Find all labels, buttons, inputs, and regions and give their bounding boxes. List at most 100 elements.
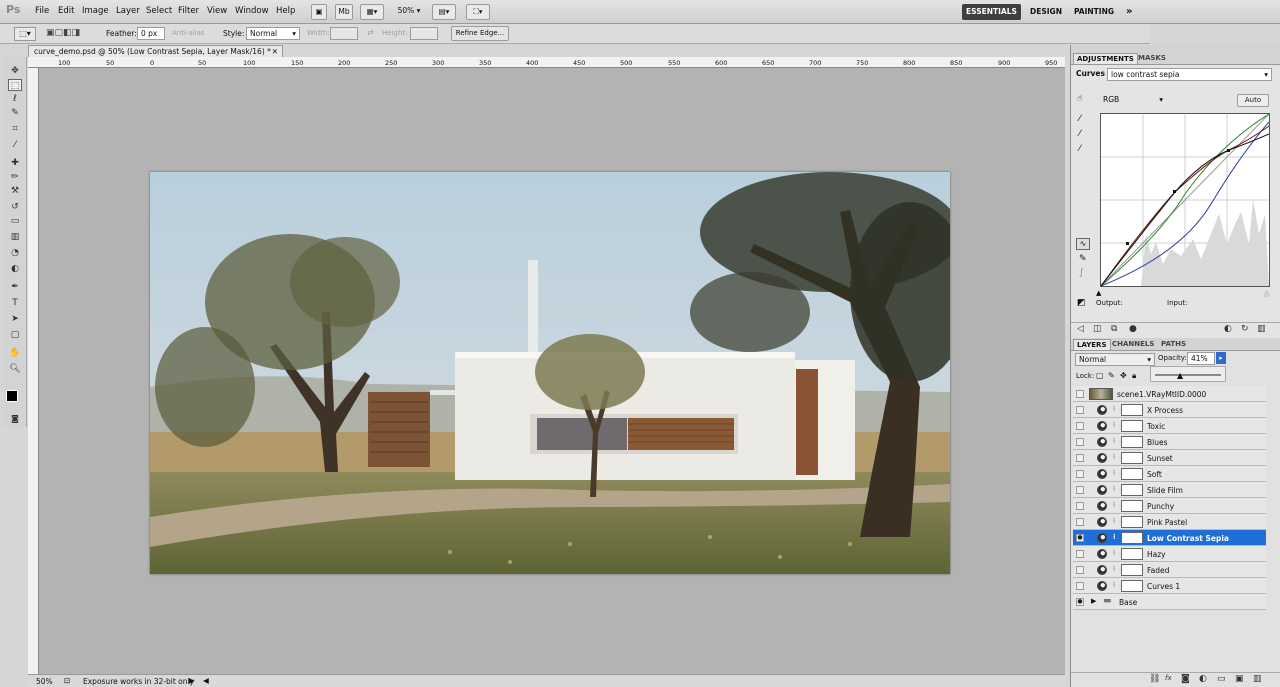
trash-icon[interactable]: ▥	[1257, 324, 1266, 334]
curves-adjustment-icon[interactable]	[1097, 581, 1107, 591]
eraser-tool-icon[interactable]: ▭	[8, 215, 22, 227]
curves-adjustment-icon[interactable]	[1097, 533, 1107, 543]
view-previous-icon[interactable]: ◐	[1224, 324, 1232, 334]
quick-mask-icon[interactable]: ◙	[8, 413, 22, 425]
layer-mask-thumbnail[interactable]	[1121, 532, 1143, 544]
curves-adjustment-icon[interactable]	[1097, 437, 1107, 447]
workspace-painting[interactable]: PAINTING	[1070, 4, 1118, 20]
view-extras-icon[interactable]: ▦▾	[360, 4, 384, 20]
curves-adjustment-icon[interactable]	[1097, 485, 1107, 495]
feather-input[interactable]: 0 px	[137, 27, 165, 40]
lock-transparent-icon[interactable]: ▢	[1096, 371, 1104, 380]
curve-point-mode-icon[interactable]: ∿	[1076, 238, 1090, 250]
layer-style-icon[interactable]: fx	[1165, 674, 1172, 682]
blend-mode-dropdown[interactable]: Normal ▾	[1075, 353, 1155, 366]
add-mask-icon[interactable]: ◙	[1181, 674, 1190, 684]
marquee-tool-preset-icon[interactable]: ⬚▾	[14, 27, 36, 41]
tab-paths[interactable]: PATHS	[1158, 339, 1189, 350]
return-to-list-icon[interactable]: ◁	[1077, 324, 1084, 334]
type-tool-icon[interactable]: T	[8, 297, 22, 309]
layer-mask-thumbnail[interactable]	[1121, 516, 1143, 528]
layer-visibility-icon[interactable]	[1076, 454, 1084, 462]
selection-mode-icons[interactable]: ▣▢◧◨	[46, 27, 96, 41]
curves-adjustment-icon[interactable]	[1097, 421, 1107, 431]
path-selection-icon[interactable]: ➤	[8, 313, 22, 325]
gray-point-eyedropper-icon[interactable]: ⁄	[1079, 129, 1081, 139]
gradient-tool-icon[interactable]: ▥	[8, 231, 22, 243]
layer-visibility-icon[interactable]	[1076, 470, 1084, 478]
layer-mask-thumbnail[interactable]	[1121, 420, 1143, 432]
history-brush-icon[interactable]: ↺	[8, 201, 22, 213]
mask-link-icon[interactable]: ⁞	[1113, 517, 1115, 525]
mask-link-icon[interactable]: ⁞	[1113, 565, 1115, 573]
layer-row[interactable]: ⁞ Toxic	[1073, 418, 1266, 434]
tab-channels[interactable]: CHANNELS	[1109, 339, 1157, 350]
hand-tool-icon[interactable]: ✋	[8, 347, 22, 359]
white-point-eyedropper-icon[interactable]: ⁄	[1079, 144, 1081, 154]
opacity-slider-thumb[interactable]: ▲	[1177, 371, 1183, 380]
layer-mask-thumbnail[interactable]	[1121, 436, 1143, 448]
layer-mask-thumbnail[interactable]	[1121, 500, 1143, 512]
on-image-adjust-icon[interactable]: ☝	[1077, 94, 1082, 104]
layer-mask-thumbnail[interactable]	[1121, 452, 1143, 464]
style-dropdown[interactable]: Normal ▾	[246, 27, 300, 40]
layer-row[interactable]: ⁞ Curves 1	[1073, 578, 1266, 594]
curves-adjustment-icon[interactable]	[1097, 501, 1107, 511]
layer-mask-thumbnail[interactable]	[1121, 564, 1143, 576]
clone-stamp-icon[interactable]: ⚒	[8, 185, 22, 197]
lock-pixels-icon[interactable]: ✎	[1108, 371, 1115, 380]
mask-link-icon[interactable]: ⁞	[1113, 533, 1116, 541]
mask-link-icon[interactable]: ⁞	[1113, 437, 1115, 445]
menu-edit[interactable]: Edit	[58, 6, 74, 16]
layer-mask-thumbnail[interactable]	[1121, 468, 1143, 480]
mask-link-icon[interactable]: ⁞	[1113, 581, 1115, 589]
lock-position-icon[interactable]: ✥	[1120, 371, 1127, 380]
expanded-view-icon[interactable]: ◫	[1093, 324, 1102, 334]
menu-file[interactable]: File	[35, 6, 49, 16]
curves-adjustment-icon[interactable]	[1097, 453, 1107, 463]
tab-layers[interactable]: LAYERS	[1073, 339, 1111, 350]
swap-icon[interactable]: ⇄	[367, 28, 374, 37]
layer-mask-thumbnail[interactable]	[1121, 580, 1143, 592]
delete-layer-icon[interactable]: ▥	[1253, 674, 1262, 684]
layer-row[interactable]: ⁞ Pink Pastel	[1073, 514, 1266, 530]
crop-tool-icon[interactable]: ⌗	[8, 123, 22, 135]
new-layer-icon[interactable]: ▣	[1235, 674, 1244, 684]
shape-tool-icon[interactable]: ▢	[8, 329, 22, 341]
status-info-icon[interactable]: ⊡	[64, 676, 70, 685]
layer-row[interactable]: ● ⁞ Low Contrast Sepia	[1073, 530, 1266, 546]
tab-adjustments[interactable]: ADJUSTMENTS	[1073, 53, 1138, 64]
layer-mask-thumbnail[interactable]	[1121, 548, 1143, 560]
blur-tool-icon[interactable]: ◔	[8, 247, 22, 259]
menu-image[interactable]: Image	[82, 6, 109, 16]
link-layers-icon[interactable]: ⛓	[1149, 674, 1160, 684]
channel-dropdown[interactable]: RGB ▾	[1100, 94, 1166, 107]
layer-row[interactable]: ⁞ Hazy	[1073, 546, 1266, 562]
layer-mask-thumbnail[interactable]	[1121, 404, 1143, 416]
menu-filter[interactable]: Filter	[178, 6, 199, 16]
lock-all-icon[interactable]: 🔒︎	[1132, 371, 1136, 381]
workspace-more-button[interactable]: »	[1122, 4, 1136, 20]
layer-row[interactable]: ⁞ Blues	[1073, 434, 1266, 450]
clip-to-layer-icon[interactable]: ⧉	[1111, 324, 1117, 334]
layer-visibility-icon[interactable]	[1076, 390, 1084, 398]
expand-group-icon[interactable]: ▶	[1091, 597, 1096, 605]
move-tool-icon[interactable]: ✥	[8, 65, 22, 77]
mask-link-icon[interactable]: ⁞	[1113, 421, 1115, 429]
histogram-warning-icon[interactable]: ◩	[1077, 298, 1086, 308]
mask-link-icon[interactable]: ⁞	[1113, 453, 1115, 461]
dodge-tool-icon[interactable]: ◐	[8, 263, 22, 275]
curves-graph[interactable]	[1100, 113, 1270, 287]
quick-selection-icon[interactable]: ✎	[8, 107, 22, 119]
visibility-toggle-icon[interactable]: ●	[1129, 324, 1137, 334]
layer-row[interactable]: ⁞ Punchy	[1073, 498, 1266, 514]
opacity-slider-toggle-icon[interactable]: ▸	[1216, 352, 1226, 364]
layer-row[interactable]: ⁞ Soft	[1073, 466, 1266, 482]
foreground-color-swatch[interactable]	[6, 390, 18, 402]
curves-adjustment-icon[interactable]	[1097, 549, 1107, 559]
layer-visibility-icon[interactable]	[1076, 582, 1084, 590]
document-canvas[interactable]	[150, 172, 950, 574]
layer-row[interactable]: ⁞ X Process	[1073, 402, 1266, 418]
layer-visibility-icon[interactable]	[1076, 550, 1084, 558]
workspace-essentials[interactable]: ESSENTIALS	[962, 4, 1021, 20]
